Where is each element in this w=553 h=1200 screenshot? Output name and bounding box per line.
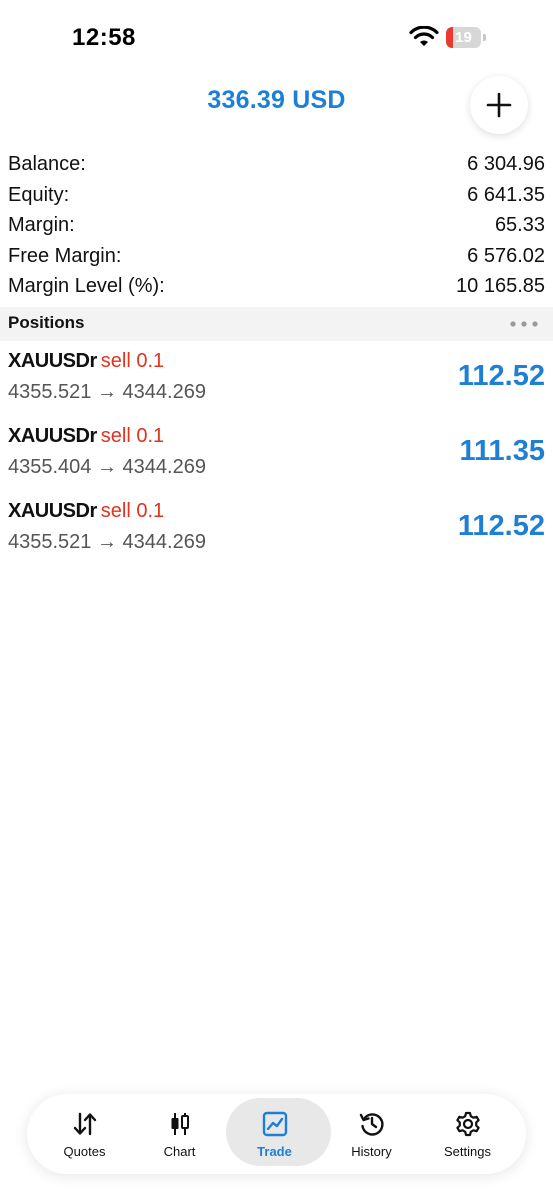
summary-row-margin: Margin: 65.33 (0, 211, 553, 242)
trade-icon (262, 1111, 287, 1137)
quotes-icon (73, 1112, 96, 1136)
more-options-icon[interactable] (509, 320, 539, 328)
position-symbol: XAUUSDr (8, 425, 97, 447)
status-time: 12:58 (72, 24, 136, 51)
margin-level-value: 10 165.85 (456, 275, 545, 297)
position-profit: 112.52 (457, 510, 545, 542)
battery-level: 19 (455, 29, 472, 46)
position-row[interactable]: XAUUSDr sell 0.1 4355.521 → 4344.269 112.… (0, 500, 553, 570)
position-action: sell 0.1 (100, 425, 165, 447)
position-row[interactable]: XAUUSDr sell 0.1 4355.521 → 4344.269 112.… (0, 350, 553, 420)
add-order-button[interactable] (470, 76, 528, 134)
tab-quotes[interactable]: Quotes (37, 1094, 132, 1174)
history-icon (359, 1113, 384, 1136)
summary-row-balance: Balance: 6 304.96 (0, 150, 553, 181)
equity-label: Equity: (8, 183, 70, 206)
position-symbol: XAUUSDr (8, 500, 97, 522)
summary-row-free-margin: Free Margin: 6 576.02 (0, 242, 553, 273)
balance-value: 6 304.96 (467, 153, 545, 175)
tab-settings[interactable]: Settings (420, 1094, 515, 1174)
gear-icon (455, 1111, 480, 1137)
account-summary: Balance: 6 304.96 Equity: 6 641.35 Margi… (0, 150, 553, 303)
tab-label: Settings (444, 1144, 491, 1159)
balance-label: Balance: (8, 153, 86, 175)
summary-row-equity: Equity: 6 641.35 (0, 181, 553, 212)
free-margin-value: 6 576.02 (467, 244, 545, 267)
position-symbol: XAUUSDr (8, 350, 97, 372)
wifi-icon (409, 26, 439, 46)
tab-bar: Quotes Chart Trade History Settings (27, 1094, 526, 1174)
chart-candles-icon (171, 1113, 189, 1135)
margin-value: 65.33 (494, 214, 545, 236)
plus-icon (486, 92, 512, 118)
position-action: sell 0.1 (100, 500, 165, 522)
status-bar: 12:58 19 (0, 0, 553, 70)
tab-label: History (351, 1144, 392, 1159)
tab-chart[interactable]: Chart (132, 1094, 227, 1174)
tab-history[interactable]: History (324, 1094, 419, 1174)
tab-trade[interactable]: Trade (226, 1094, 331, 1174)
tab-label: Chart (163, 1144, 196, 1159)
margin-label: Margin: (8, 214, 75, 236)
margin-level-label: Margin Level (%): (8, 275, 165, 297)
position-row[interactable]: XAUUSDr sell 0.1 4355.404 → 4344.269 111.… (0, 425, 553, 495)
battery-icon: 19 (446, 27, 486, 48)
positions-title: Positions (8, 313, 85, 332)
position-profit: 112.52 (457, 360, 545, 392)
tab-label: Quotes (63, 1144, 106, 1159)
position-prices: 4355.404 → 4344.269 (8, 456, 206, 478)
position-action: sell 0.1 (100, 350, 165, 372)
summary-row-margin-level: Margin Level (%): 10 165.85 (0, 272, 553, 303)
free-margin-label: Free Margin: (8, 244, 122, 267)
position-profit: 111.35 (459, 435, 546, 467)
position-prices: 4355.521 → 4344.269 (8, 531, 206, 553)
positions-header: Positions (0, 307, 553, 341)
position-prices: 4355.521 → 4344.269 (8, 381, 206, 403)
tab-label: Trade (257, 1144, 292, 1159)
equity-value: 6 641.35 (467, 183, 545, 206)
